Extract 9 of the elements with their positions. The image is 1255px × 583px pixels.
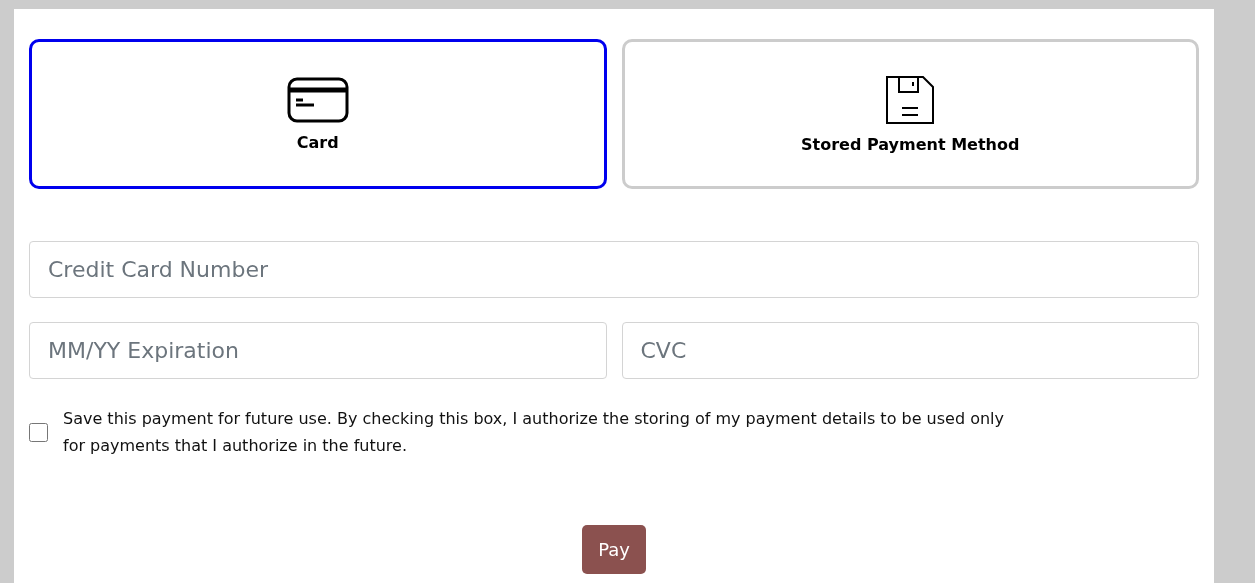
expiration-field[interactable]: MM/YY Expiration — [29, 322, 607, 379]
payment-method-tile[interactable]: Card — [29, 39, 607, 189]
pay-button[interactable]: Pay — [582, 525, 646, 574]
save-payment-label: Save this payment for future use. By checking this box, I authorize the storing of my payment details to be used only for payments that I authorize in the future. — [63, 408, 1005, 457]
payment-method-tile[interactable]: Stored Payment Method — [621, 39, 1199, 189]
cvc-field[interactable]: CVC — [621, 322, 1199, 379]
card-number-field[interactable]: Credit Card Number — [29, 241, 1199, 298]
save-payment-checkbox[interactable] — [29, 422, 48, 442]
credit-card-icon — [286, 76, 349, 123]
